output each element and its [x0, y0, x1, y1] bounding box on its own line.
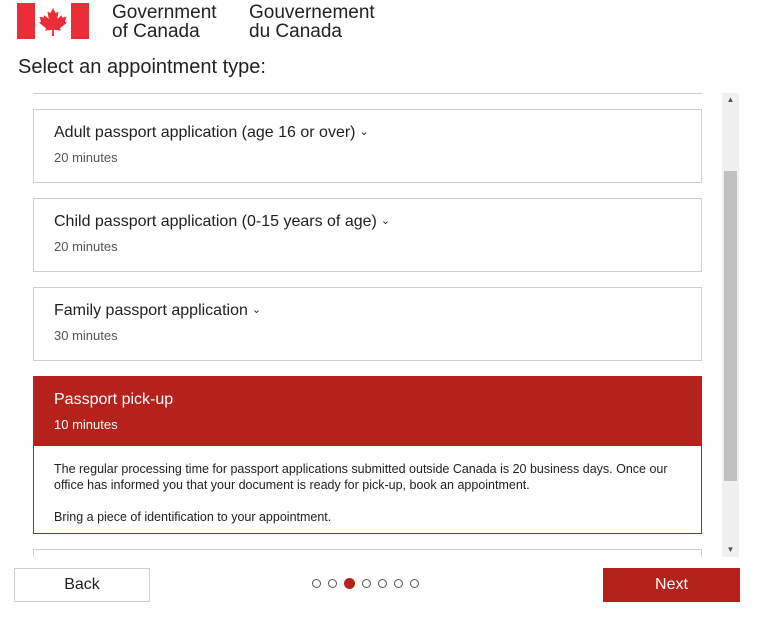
- appointment-option-duration: 20 minutes: [54, 150, 118, 165]
- step-dot: [312, 579, 321, 588]
- scroll-down-arrow-icon[interactable]: ▼: [722, 543, 739, 557]
- appointment-option-child-passport[interactable]: Child passport application (0-15 years o…: [33, 198, 702, 272]
- chevron-down-icon: ⌄: [359, 126, 369, 138]
- appointment-option-duration: 30 minutes: [54, 328, 118, 343]
- step-dot: [410, 579, 419, 588]
- appointment-type-list: Adult passport application (age 16 or ov…: [14, 93, 720, 557]
- appointment-option-title: Passport pick-up: [54, 391, 174, 408]
- appointment-option-family-passport[interactable]: Family passport application ⌄ 30 minutes: [33, 287, 702, 361]
- step-dot: [378, 579, 387, 588]
- next-button[interactable]: Next: [603, 568, 740, 602]
- canada-flag-icon: [17, 3, 89, 39]
- step-dot: [394, 579, 403, 588]
- scrollbar-thumb[interactable]: [724, 171, 737, 481]
- list-scrollbar[interactable]: ▲ ▼: [722, 93, 739, 557]
- appointment-option-title: Family passport application ⌄: [54, 302, 262, 319]
- description-paragraph: Bring a piece of identification to your …: [54, 510, 332, 524]
- step-dot-current: [344, 578, 355, 589]
- step-dot: [328, 579, 337, 588]
- description-paragraph: The regular processing time for passport…: [54, 462, 668, 492]
- appointment-option-title: Child passport application (0-15 years o…: [54, 213, 391, 230]
- chevron-down-icon: ⌄: [251, 304, 262, 316]
- page-title: Select an appointment type:: [18, 56, 266, 78]
- scroll-up-arrow-icon[interactable]: ▲: [722, 93, 739, 107]
- appointment-option-passport-pickup[interactable]: Passport pick-up 10 minutes The regular …: [33, 376, 702, 534]
- chevron-down-icon: ⌄: [380, 215, 391, 227]
- list-item-partial-top: [33, 93, 702, 94]
- back-button[interactable]: Back: [14, 568, 150, 602]
- list-item-partial-bottom[interactable]: [33, 549, 702, 557]
- appointment-option-adult-passport[interactable]: Adult passport application (age 16 or ov…: [33, 109, 702, 183]
- brand-french: Gouvernement du Canada: [249, 2, 375, 42]
- step-indicator: [312, 577, 419, 591]
- appointment-option-duration: 20 minutes: [54, 239, 118, 254]
- site-header: Government of Canada Gouvernement du Can…: [0, 0, 768, 50]
- brand-english: Government of Canada: [112, 2, 217, 42]
- appointment-option-duration: 10 minutes: [54, 417, 118, 432]
- step-dot: [362, 579, 371, 588]
- appointment-option-title: Adult passport application (age 16 or ov…: [54, 124, 369, 141]
- selected-option-header: [34, 377, 701, 446]
- appointment-option-description: The regular processing time for passport…: [54, 461, 684, 525]
